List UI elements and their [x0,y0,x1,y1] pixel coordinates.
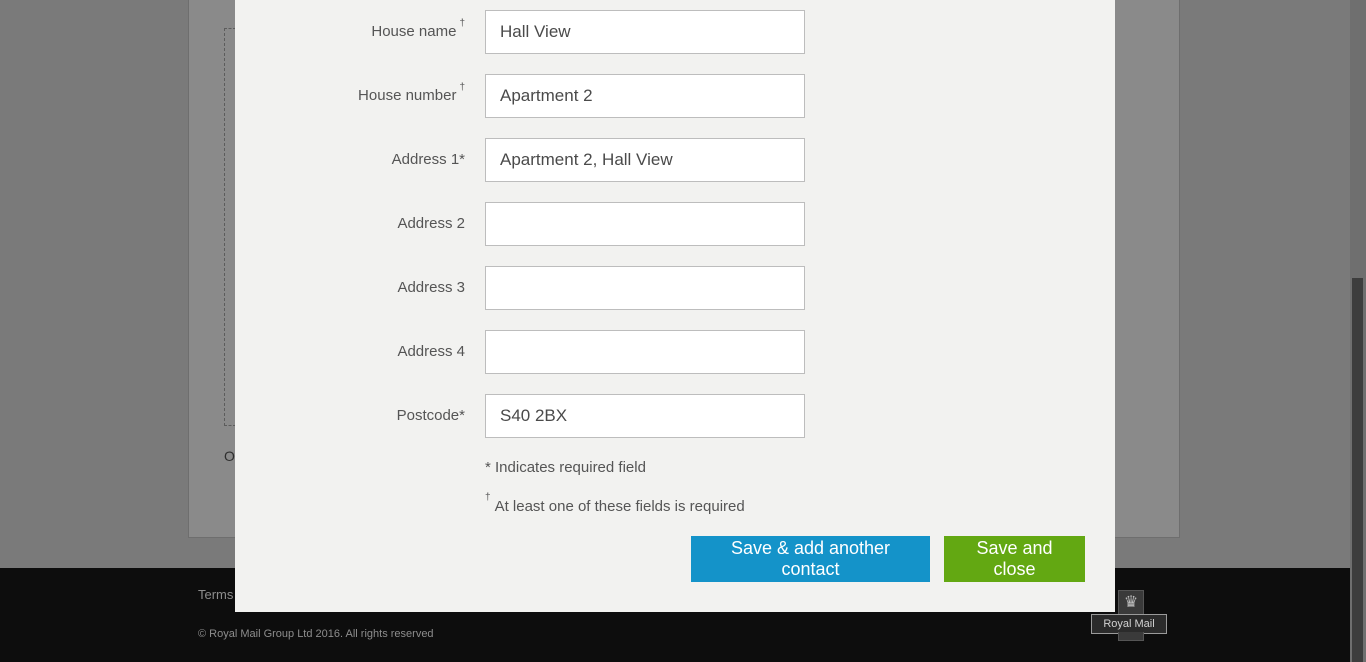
form-row-address4: Address 4 [235,330,1115,374]
form-row-house-number: House number † [235,74,1115,118]
save-and-add-another-button[interactable]: Save & add another contact [691,536,930,582]
save-and-close-button[interactable]: Save and close [944,536,1085,582]
form-row-address2: Address 2 [235,202,1115,246]
background-dashed-border [224,28,225,426]
house-number-label: House number † [358,82,465,104]
postcode-field[interactable] [485,394,805,438]
logo-stem [1118,632,1144,641]
address4-label: Address 4 [397,343,465,360]
logo-text: Royal Mail [1091,614,1167,634]
house-name-field[interactable] [485,10,805,54]
address1-label: Address 1* [391,151,465,168]
address2-field[interactable] [485,202,805,246]
postcode-label: Postcode* [396,407,465,424]
form-row-address3: Address 3 [235,266,1115,310]
address4-field[interactable] [485,330,805,374]
footer-terms-link[interactable]: Terms [198,587,233,602]
address3-label: Address 3 [397,279,465,296]
form-row-postcode: Postcode* [235,394,1115,438]
crown-icon: ♛ [1118,590,1144,616]
address2-label: Address 2 [397,215,465,232]
add-contact-modal: House name† House number† Address 1* Add… [235,0,1115,612]
either-field-note: †At least one of these fields is require… [485,492,745,515]
required-field-note: * Indicates required field [485,459,646,476]
house-name-label: House name † [371,18,465,40]
form-row-address1: Address 1* [235,138,1115,182]
page-scrollbar[interactable] [1350,0,1366,662]
address3-field[interactable] [485,266,805,310]
form-row-house-name: House name † [235,10,1115,54]
house-number-field[interactable] [485,74,805,118]
scrollbar-thumb[interactable] [1352,278,1363,662]
footer-copyright: © Royal Mail Group Ltd 2016. All rights … [198,628,434,640]
address1-field[interactable] [485,138,805,182]
